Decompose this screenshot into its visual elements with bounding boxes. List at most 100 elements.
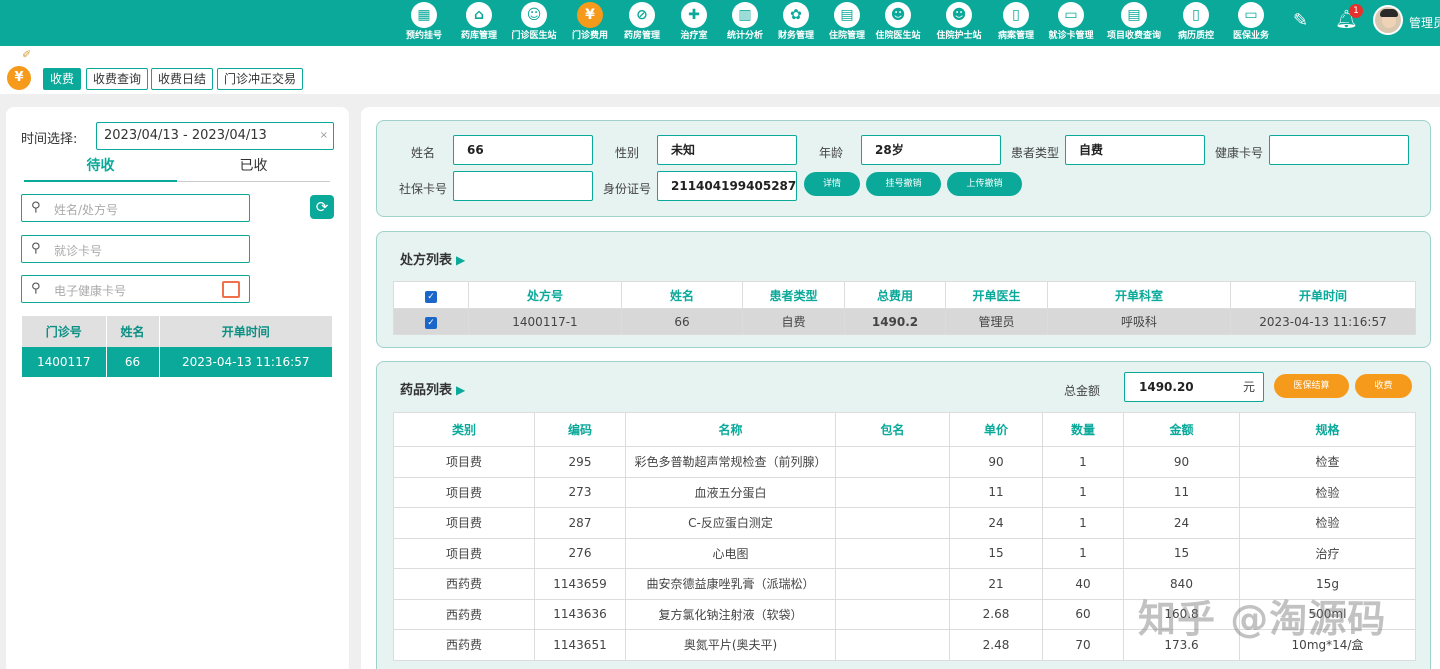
table-cell: 项目费 — [393, 507, 535, 539]
insurance-settle-button[interactable]: 医保结算 — [1274, 374, 1349, 398]
row-checkbox[interactable]: ✓ — [393, 308, 469, 335]
table-cell — [835, 568, 950, 600]
table-cell: 2023-04-13 11:16:57 — [159, 347, 333, 377]
nav-item[interactable]: ▭ 医保业务 — [1221, 2, 1281, 42]
table-row[interactable]: 项目费 273 血液五分蛋白 11 1 11 检验 — [393, 476, 1416, 508]
select-all-checkbox[interactable]: ✓ — [393, 281, 469, 309]
nav-item-label: 病历质控 — [1177, 31, 1214, 41]
health-card-field[interactable] — [1269, 135, 1409, 165]
nav-item-label: 门诊医生站 — [511, 31, 557, 41]
user-name[interactable]: 管理员 — [1409, 14, 1440, 31]
tab-pending[interactable]: 待收 — [24, 154, 177, 182]
col-header: 姓名 — [621, 281, 743, 309]
charge-button[interactable]: 收费 — [1355, 374, 1412, 398]
nav-item[interactable]: ☺ 门诊医生站 — [504, 2, 564, 42]
table-cell — [835, 537, 950, 569]
cancel-registration-button[interactable]: 挂号撤销 — [866, 172, 941, 196]
home-icon: ⌂ — [466, 2, 492, 28]
nav-item[interactable]: ▤ 项目收费查询 — [1104, 2, 1164, 42]
col-header: 单价 — [949, 412, 1043, 447]
search-health-card-input[interactable]: ⚲ 电子健康卡号 — [21, 275, 250, 303]
nav-item[interactable]: ¥ 门诊费用 — [560, 2, 620, 42]
table-cell: 项目费 — [393, 537, 535, 569]
total-amount-field[interactable]: 1490.20 元 — [1124, 372, 1264, 402]
nav-item[interactable]: ▭ 就诊卡管理 — [1041, 2, 1101, 42]
tab-reversal[interactable]: 门诊冲正交易 — [217, 68, 304, 90]
table-cell: 西药费 — [393, 629, 535, 661]
nav-item-label: 就诊卡管理 — [1048, 31, 1094, 41]
table-cell: 1143659 — [534, 568, 626, 600]
search-card-input[interactable]: ⚲ 就诊卡号 — [21, 235, 250, 263]
tab-charge-query[interactable]: 收费查询 — [86, 68, 149, 90]
table-cell: 西药费 — [393, 598, 535, 630]
table-cell: 90 — [949, 446, 1043, 478]
table-cell — [835, 476, 950, 508]
search-icon: ⚲ — [31, 200, 41, 215]
age-field[interactable]: 28岁 — [861, 135, 1001, 165]
col-header: 数量 — [1042, 412, 1124, 447]
left-panel: 时间选择: 2023/04/13 - 2023/04/13 × 待收 已收 ⚲ … — [6, 107, 349, 669]
tab-daily-settlement[interactable]: 收费日结 — [151, 68, 214, 90]
col-header: 包名 — [835, 412, 950, 447]
nav-item[interactable]: ☻ 住院护士站 — [929, 2, 989, 42]
pill-icon: ⊘ — [629, 2, 655, 28]
table-cell: 彩色多普勒超声常规检查（前列腺） — [625, 446, 836, 478]
clear-icon[interactable]: × — [320, 123, 328, 149]
table-row[interactable]: 项目费 295 彩色多普勒超声常规检查（前列腺） 90 1 90 检查 — [393, 446, 1416, 478]
social-card-field[interactable] — [453, 171, 593, 201]
table-cell: 24 — [1123, 507, 1240, 539]
avatar[interactable] — [1373, 5, 1403, 35]
nav-item[interactable]: ▯ 病历质控 — [1166, 2, 1226, 42]
date-range-value: 2023/04/13 - 2023/04/13 — [104, 128, 267, 143]
table-cell: 1143651 — [534, 629, 626, 661]
pencil-icon[interactable]: ✎ — [1293, 10, 1308, 31]
name-label: 姓名 — [411, 146, 436, 160]
table-cell: 21 — [949, 568, 1043, 600]
detail-button[interactable]: 详情 — [804, 172, 860, 196]
id-number-label: 身份证号 — [603, 182, 652, 196]
table-cell: 15 — [1123, 537, 1240, 569]
table-row[interactable]: 项目费 287 C-反应蛋白测定 24 1 24 检验 — [393, 507, 1416, 539]
table-cell: 1400117 — [22, 347, 107, 377]
table-row[interactable]: 1400117 66 2023-04-13 11:16:57 — [22, 347, 333, 377]
table-cell: 1 — [1042, 507, 1124, 539]
table-cell: 2.48 — [949, 629, 1043, 661]
clipboard-icon: ▯ — [1183, 2, 1209, 28]
refresh-button[interactable]: ⟳ — [310, 195, 334, 219]
table-cell: 复方氯化钠注射液（软袋） — [625, 598, 836, 630]
prescription-card: 处方列表 ▶ ✓ 处方号 姓名 患者类型 总费用 开单医生 开单科室 开单时间 ✓… — [376, 231, 1431, 348]
search-icon: ⚲ — [31, 241, 41, 256]
table-cell: 1490.2 — [844, 308, 946, 335]
table-row[interactable]: 项目费 276 心电图 15 1 15 治疗 — [393, 537, 1416, 569]
col-header: 开单时间 — [1230, 281, 1416, 309]
search-name-input[interactable]: ⚲ 姓名/处方号 — [21, 194, 250, 222]
gender-field[interactable]: 未知 — [657, 135, 797, 165]
nav-item[interactable]: ▯ 病案管理 — [986, 2, 1046, 42]
nav-item[interactable]: ⊘ 药房管理 — [612, 2, 672, 42]
nav-item-label: 门诊费用 — [571, 31, 608, 41]
scan-icon[interactable] — [222, 281, 240, 298]
col-header: 总费用 — [844, 281, 946, 309]
nav-item[interactable]: ▦ 预约挂号 — [394, 2, 454, 42]
id-number-field[interactable]: 2114041994052874 — [657, 171, 797, 201]
table-cell: 11 — [949, 476, 1043, 508]
doctor-group-icon: ☻ — [885, 2, 911, 28]
bar-chart-icon: ▥ — [732, 2, 758, 28]
col-header: 名称 — [625, 412, 836, 447]
nav-item[interactable]: ☻ 住院医生站 — [868, 2, 928, 42]
table-cell: 40 — [1042, 568, 1124, 600]
table-cell: 295 — [534, 446, 626, 478]
table-row[interactable]: ✓ 1400117-1 66 自费 1490.2 管理员 呼吸科 2023-04… — [393, 308, 1416, 335]
insurance-card-icon: ▭ — [1238, 2, 1264, 28]
name-field[interactable]: 66 — [453, 135, 593, 165]
tab-charge[interactable]: 收费 — [43, 68, 82, 90]
date-range-input[interactable]: 2023/04/13 - 2023/04/13 × — [96, 122, 334, 150]
nav-item[interactable]: ⌂ 药库管理 — [449, 2, 509, 42]
patient-type-field[interactable]: 自费 — [1065, 135, 1205, 165]
tab-done[interactable]: 已收 — [177, 154, 330, 182]
search-icon: ⚲ — [31, 281, 41, 296]
cancel-upload-button[interactable]: 上传撤销 — [947, 172, 1022, 196]
col-header: 开单科室 — [1047, 281, 1231, 309]
notification-badge: 1 — [1349, 4, 1363, 18]
doctor-icon: ☺ — [521, 2, 547, 28]
